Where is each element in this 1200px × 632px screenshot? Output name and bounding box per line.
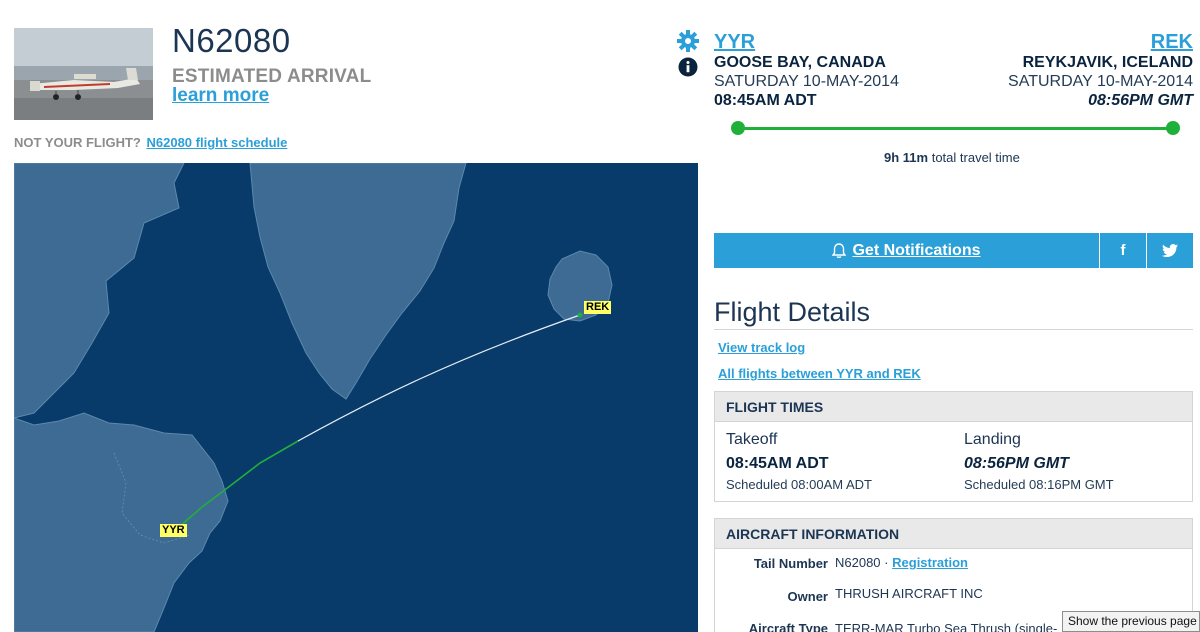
aircraft-type-value: TERR-MAR Turbo Sea Thrush (single- <box>835 621 1058 632</box>
flight-times-header: FLIGHT TIMES <box>715 392 1192 422</box>
origin-code-link[interactable]: YYR <box>714 31 755 54</box>
twitter-icon <box>1162 244 1178 257</box>
landmass-baffin <box>14 163 185 419</box>
tail-number: N62080 <box>835 555 881 570</box>
get-notifications-label: Get Notifications <box>852 241 981 259</box>
get-notifications-button[interactable]: Get Notifications <box>714 233 1099 268</box>
destination-code-link[interactable]: REK <box>1151 31 1193 54</box>
destination-date: SATURDAY 10-MAY-2014 <box>1008 73 1193 90</box>
takeoff-label: Takeoff <box>726 431 778 448</box>
map-destination-label[interactable]: REK <box>584 301 612 314</box>
landing-column: Landing 08:56PM GMT Scheduled 08:16PM GM… <box>964 431 1114 492</box>
gear-icon[interactable] <box>677 30 699 52</box>
flight-ident: N62080 <box>172 22 291 59</box>
landmass-greenland <box>249 163 467 400</box>
destination-city: REYKJAVIK, ICELAND <box>1022 54 1193 71</box>
view-track-log-link[interactable]: View track log <box>718 340 805 355</box>
tail-number-label: Tail Number <box>753 556 828 571</box>
aircraft-type-label: Aircraft Type <box>748 621 828 632</box>
aircraft-info-header: AIRCRAFT INFORMATION <box>715 519 1192 549</box>
landing-time: 08:56PM GMT <box>964 455 1069 472</box>
tail-separator: · <box>884 555 889 570</box>
bell-icon <box>832 242 847 258</box>
facebook-share-button[interactable]: f <box>1099 233 1146 268</box>
notifications-bar: Get Notifications f <box>714 233 1193 268</box>
not-your-flight-label: NOT YOUR FLIGHT? <box>14 135 141 150</box>
all-flights-link[interactable]: All flights between YYR and REK <box>718 366 921 381</box>
flight-map[interactable]: YYR REK <box>14 163 698 632</box>
takeoff-time: 08:45AM ADT <box>726 455 829 472</box>
takeoff-column: Takeoff 08:45AM ADT Scheduled 08:00AM AD… <box>726 431 872 492</box>
tail-number-value: N62080 · Registration <box>835 555 968 570</box>
origin-time: 08:45AM ADT <box>714 92 817 109</box>
twitter-share-button[interactable] <box>1146 233 1193 268</box>
owner-value: THRUSH AIRCRAFT INC <box>835 586 983 601</box>
landing-scheduled: Scheduled 08:16PM GMT <box>964 477 1114 492</box>
flight-details-title: Flight Details <box>714 297 871 327</box>
travel-suffix: total travel time <box>931 150 1020 165</box>
landing-label: Landing <box>964 431 1021 448</box>
info-icon[interactable] <box>678 57 698 77</box>
not-your-flight: NOT YOUR FLIGHT? N62080 flight schedule <box>14 135 287 150</box>
landmass-labrador <box>14 412 229 632</box>
map-origin-label[interactable]: YYR <box>160 524 187 537</box>
destination-time: 08:56PM GMT <box>1088 92 1193 109</box>
learn-more-link[interactable]: learn more <box>172 85 269 107</box>
travel-duration: 9h 11m <box>884 150 929 165</box>
registration-link[interactable]: Registration <box>892 555 968 570</box>
origin-city: GOOSE BAY, CANADA <box>714 54 886 71</box>
divider <box>714 329 1193 330</box>
aircraft-photo <box>14 28 153 120</box>
timeline-end-dot <box>1166 121 1180 135</box>
flight-schedule-link[interactable]: N62080 flight schedule <box>147 135 288 150</box>
timeline-start-dot <box>731 121 745 135</box>
origin-date: SATURDAY 10-MAY-2014 <box>714 73 899 90</box>
facebook-icon: f <box>1120 242 1126 259</box>
total-travel-time: 9h 11m total travel time <box>884 150 1020 165</box>
owner-label: Owner <box>787 589 828 604</box>
takeoff-scheduled: Scheduled 08:00AM ADT <box>726 477 872 492</box>
progress-timeline <box>738 127 1174 130</box>
tooltip: Show the previous page <box>1062 611 1200 632</box>
